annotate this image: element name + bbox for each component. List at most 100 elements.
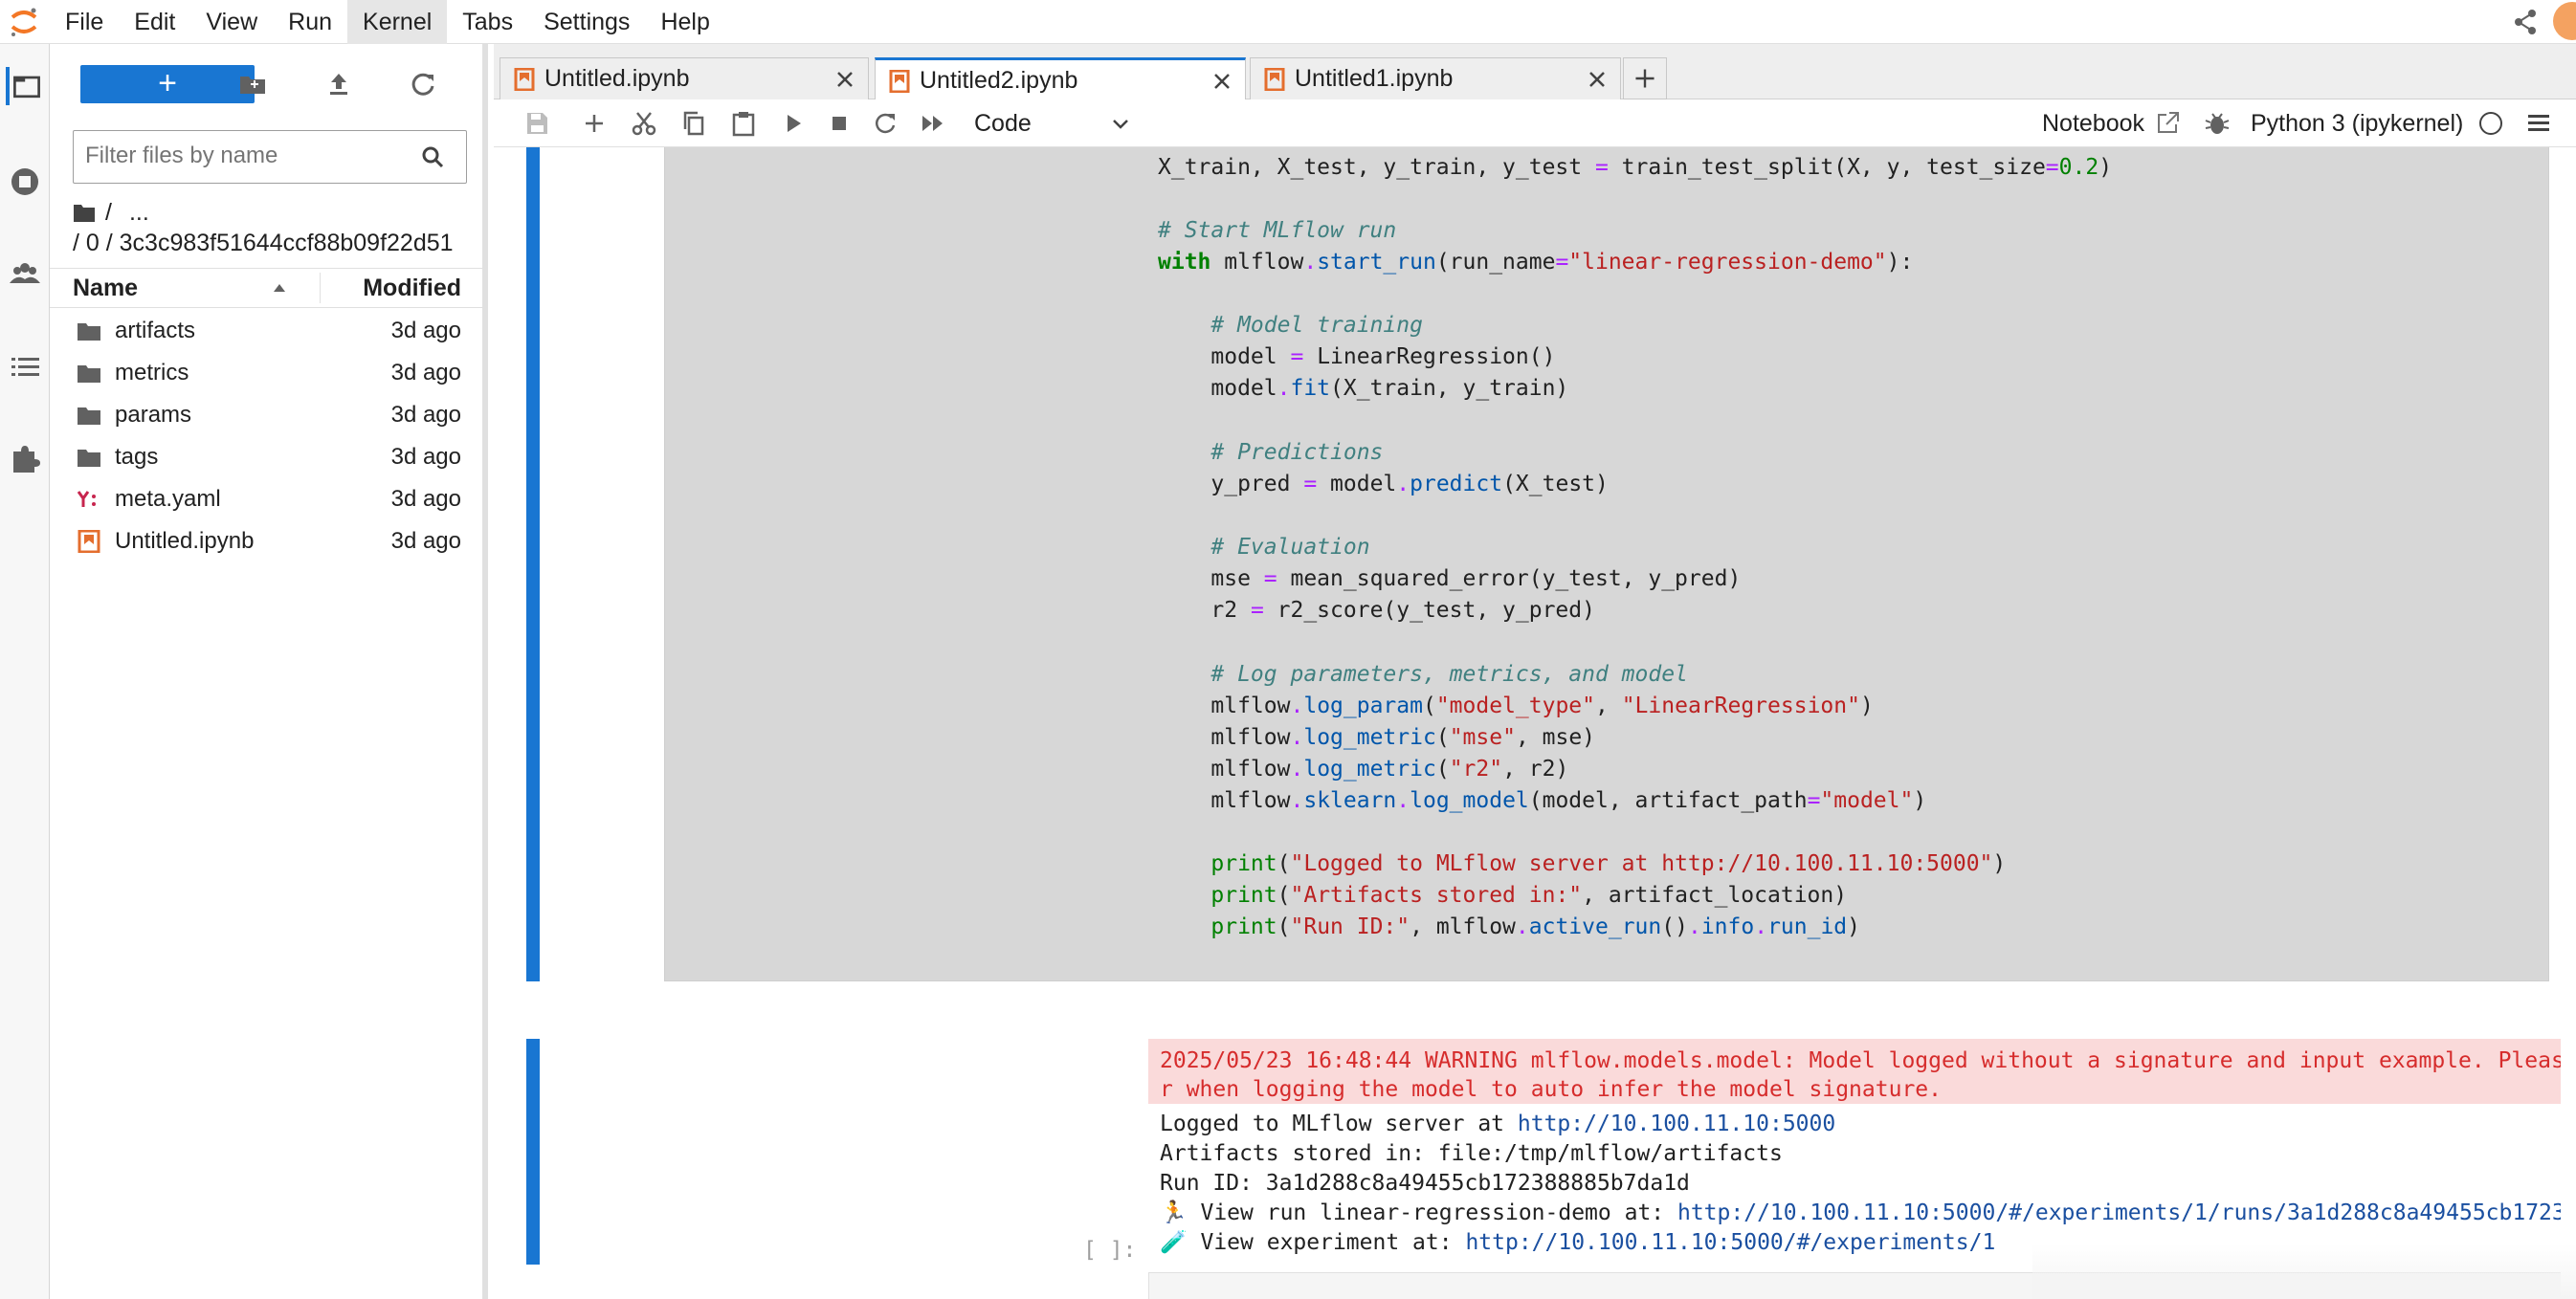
share-icon[interactable]: [2511, 8, 2540, 36]
file-modified: 3d ago: [390, 360, 461, 385]
save-icon[interactable]: [522, 109, 551, 138]
close-icon[interactable]: [835, 70, 855, 89]
code-editor[interactable]: X_train, X_test, y_train, y_test = train…: [1158, 147, 2112, 939]
code-line: print("Run ID:", mlflow.active_run().inf…: [1210, 914, 1861, 939]
add-tab-icon[interactable]: [1623, 57, 1667, 99]
warning-line: r when logging the model to auto infer t…: [1160, 1077, 1942, 1102]
debugger-bug-icon[interactable]: [2203, 109, 2232, 138]
code-line: mlflow.log_param("model_type", "LinearRe…: [1158, 694, 1874, 718]
column-divider[interactable]: [320, 273, 321, 303]
tab-untitled1-ipynb[interactable]: Untitled1.ipynb: [1250, 57, 1621, 99]
external-link-icon[interactable]: [2153, 109, 2182, 138]
new-launcher-button[interactable]: +: [80, 65, 255, 103]
run-cell-icon[interactable]: [779, 109, 808, 138]
restart-run-all-icon[interactable]: [919, 109, 947, 138]
refresh-icon[interactable]: [408, 69, 438, 99]
file-row-tags[interactable]: tags 3d ago: [50, 436, 482, 478]
file-name: metrics: [115, 360, 189, 385]
chevron-down-icon: [1113, 120, 1128, 129]
code-line: mlflow.log_metric("r2", r2): [1158, 757, 1569, 782]
notebook-panel: X_train, X_test, y_train, y_test = train…: [494, 147, 2561, 1299]
output-collapser[interactable]: [526, 1039, 540, 1265]
code-line: # Predictions: [1210, 440, 1384, 465]
output-link[interactable]: http://10.100.11.10:5000: [1518, 1112, 1835, 1136]
upload-icon[interactable]: [323, 69, 354, 99]
code-line: # Log parameters, metrics, and model: [1210, 662, 1688, 687]
main-dock-area: Untitled.ipynb Untitled2.ipynb Untitled1…: [494, 44, 2576, 1299]
code-line: model.fit(X_train, y_train): [1158, 376, 1569, 401]
cut-icon[interactable]: [630, 109, 658, 138]
view-run-link[interactable]: http://10.100.11.10:5000/#/experiments/1…: [1677, 1200, 2561, 1225]
filter-files-input[interactable]: [74, 131, 399, 181]
file-row-metrics[interactable]: metrics 3d ago: [50, 352, 482, 394]
file-row-untitled-ipynb[interactable]: Untitled.ipynb 3d ago: [50, 520, 482, 562]
file-modified: 3d ago: [390, 402, 461, 428]
active-cell-collapser[interactable]: [526, 147, 540, 981]
home-folder-icon[interactable]: [73, 202, 96, 223]
output-line: 🧪 View experiment at: http://10.100.11.1…: [1160, 1228, 1995, 1258]
breadcrumb-path[interactable]: / 0 / 3c3c983f51644ccf88b09f22d51: [73, 228, 478, 258]
code-line: model = LinearRegression(): [1158, 344, 1556, 369]
running-sessions-icon[interactable]: [6, 163, 44, 201]
user-avatar[interactable]: [2553, 2, 2576, 40]
search-icon[interactable]: [420, 144, 445, 169]
file-name: params: [115, 402, 192, 428]
file-browser-icon[interactable]: [6, 67, 44, 105]
open-in-notebook-label[interactable]: Notebook: [2042, 99, 2144, 147]
menu-hamburger-icon[interactable]: [2524, 109, 2553, 138]
view-experiment-link[interactable]: http://10.100.11.10:5000/#/experiments/1: [1465, 1230, 1995, 1255]
menu-help[interactable]: Help: [645, 0, 724, 44]
extensions-puzzle-icon[interactable]: [6, 440, 44, 478]
breadcrumb-root[interactable]: /: [105, 197, 112, 228]
kernel-name-label[interactable]: Python 3 (ipykernel): [2251, 99, 2463, 147]
file-row-meta-yaml[interactable]: meta.yaml 3d ago: [50, 478, 482, 520]
notebook-toolbar: Code Notebook Python 3 (ipykernel): [494, 99, 2576, 147]
folder-icon: [78, 450, 100, 467]
breadcrumb: / ... / 0 / 3c3c983f51644ccf88b09f22d51: [73, 197, 478, 258]
yaml-icon: [77, 491, 96, 507]
menu-view[interactable]: View: [190, 0, 273, 44]
file-row-params[interactable]: params 3d ago: [50, 394, 482, 436]
folder-icon: [78, 365, 100, 383]
file-row-artifacts[interactable]: artifacts 3d ago: [50, 310, 482, 352]
close-icon[interactable]: [1212, 72, 1232, 91]
folder-icon: [78, 407, 100, 425]
jupyter-logo-icon[interactable]: [8, 6, 40, 38]
tab-label: Untitled.ipynb: [544, 65, 690, 92]
tab-untitled2-ipynb[interactable]: Untitled2.ipynb: [875, 57, 1246, 100]
column-header-modified[interactable]: Modified: [363, 269, 461, 307]
tab-untitled-ipynb[interactable]: Untitled.ipynb: [500, 57, 869, 99]
menu-settings[interactable]: Settings: [528, 0, 645, 44]
column-header-name[interactable]: Name: [73, 269, 138, 307]
stop-kernel-icon[interactable]: [825, 109, 854, 138]
table-of-contents-icon[interactable]: [6, 348, 44, 386]
menu-kernel[interactable]: Kernel: [347, 0, 448, 44]
restart-kernel-icon[interactable]: [871, 109, 899, 138]
insert-cell-icon[interactable]: [580, 109, 609, 138]
code-line: print("Artifacts stored in:", artifact_l…: [1210, 883, 1848, 908]
menu-tabs[interactable]: Tabs: [447, 0, 528, 44]
menu-run[interactable]: Run: [273, 0, 347, 44]
menu-edit[interactable]: Edit: [119, 0, 190, 44]
tab-label: Untitled2.ipynb: [920, 67, 1078, 94]
output-line: Logged to MLflow server at http://10.100…: [1160, 1110, 1835, 1139]
tab-label: Untitled1.ipynb: [1295, 65, 1454, 92]
kernel-status-idle-icon: [2479, 112, 2502, 135]
cell-type-select[interactable]: Code: [974, 105, 1128, 142]
sort-ascending-icon[interactable]: [270, 278, 289, 297]
collaborators-icon[interactable]: [6, 256, 44, 295]
file-modified: 3d ago: [390, 318, 461, 343]
file-name: artifacts: [115, 318, 196, 343]
file-list: artifacts 3d ago metrics 3d ago params 3…: [50, 310, 482, 562]
breadcrumb-ellipsis[interactable]: ...: [129, 197, 149, 228]
code-line: mlflow.log_metric("mse", mse): [1158, 725, 1596, 750]
left-activity-bar: [0, 44, 50, 1299]
code-line: # Start MLflow run: [1158, 218, 1397, 243]
paste-icon[interactable]: [729, 109, 758, 138]
copy-icon[interactable]: [679, 109, 708, 138]
output-line: 🏃 View run linear-regression-demo at: ht…: [1160, 1199, 2561, 1228]
new-folder-icon[interactable]: [237, 69, 268, 99]
close-icon[interactable]: [1588, 70, 1607, 89]
menu-file[interactable]: File: [50, 0, 119, 44]
menu-bar: File Edit View Run Kernel Tabs Settings …: [0, 0, 2576, 44]
